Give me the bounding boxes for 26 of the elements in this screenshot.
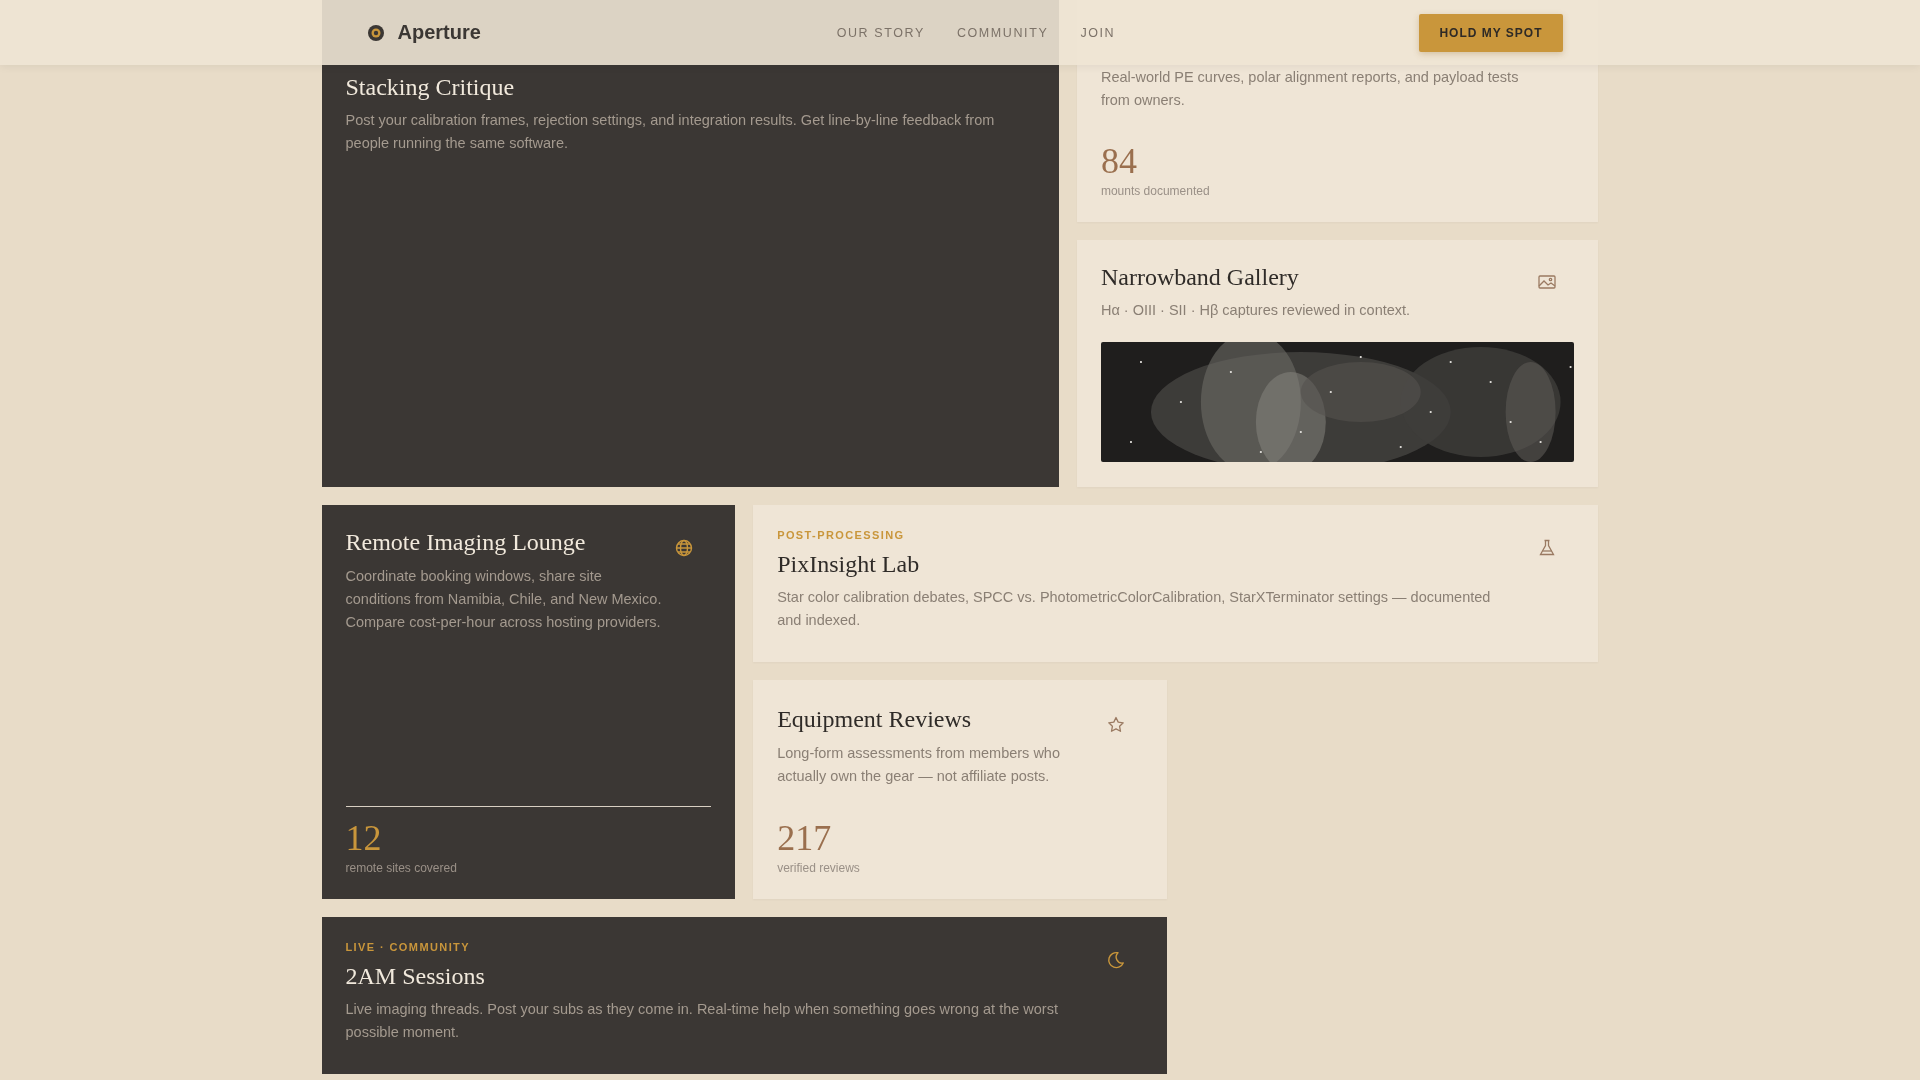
card-description: Post your calibration frames, rejection settings, and integration results. Get line-by-line feedback from people running the same software. [345, 111, 996, 153]
card-description: Star color calibration debates, SPCC vs. PhotometricColorCalibration, StarXTerminator settings — documented and indexed. [777, 588, 1492, 630]
card-description: Long-form assessments from members who actually own the gear — not affiliate posts. [777, 744, 1061, 786]
category-label: POST-PROCESSING [777, 529, 906, 541]
nav-link[interactable]: JOIN [1080, 25, 1116, 40]
brand-name[interactable]: Aperture [397, 21, 481, 44]
card-title: Equipment Reviews [777, 706, 972, 733]
card-description: Real-world PE curves, polar alignment reports, and payload tests from owners. [1100, 68, 1520, 110]
card-title: Stacking Critique [345, 74, 515, 101]
card-description: Hα · OIII · SII · Hβ captures reviewed in context. [1100, 301, 1412, 320]
nav-link[interactable]: OUR STORY [836, 25, 925, 40]
card-title: Narrowband Gallery [1100, 264, 1299, 291]
card-title: PixInsight Lab [777, 551, 920, 578]
stat-number: 84 [1100, 140, 1138, 182]
hold-spot-button[interactable]: HOLD MY SPOT [1419, 13, 1563, 52]
card-title: Remote Imaging Lounge [345, 529, 586, 556]
category-label: LIVE · COMMUNITY [345, 941, 471, 953]
stat-number: 12 [345, 817, 383, 859]
nav-link[interactable]: COMMUNITY [956, 25, 1049, 40]
stat-number: 217 [777, 817, 833, 859]
card-description: Coordinate booking windows, share site conditions from Namibia, Chile, and New Mexico. Compare cost-per-hour across hosting providers. [345, 567, 663, 632]
card-title: 2AM Sessions [345, 963, 485, 990]
card-description: Live imaging threads. Post your subs as they come in. Real-time help when something goes wrong at the worst possible moment. [345, 1000, 1059, 1042]
stat-label: verified reviews [777, 861, 861, 875]
stat-label: remote sites covered [345, 861, 458, 875]
stat-label: mounts documented [1100, 184, 1211, 198]
